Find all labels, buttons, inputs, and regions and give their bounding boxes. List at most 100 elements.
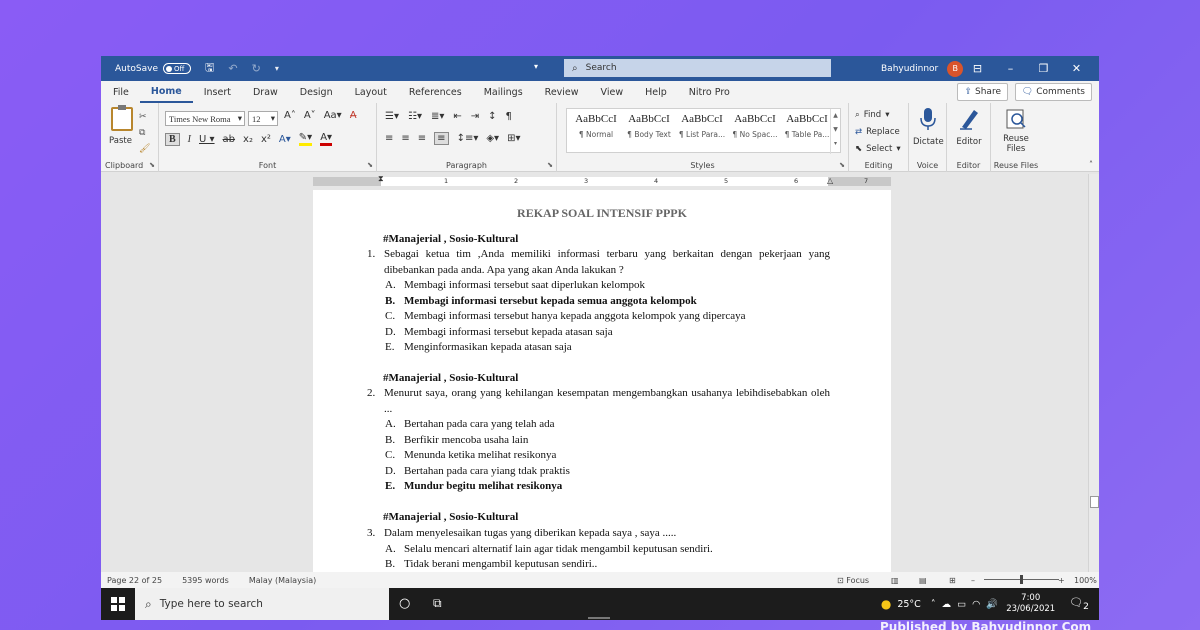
close-icon[interactable]: ✕ (1060, 62, 1093, 75)
save-icon[interactable]: 🖫 (205, 59, 214, 78)
replace-button[interactable]: ⇄ Replace (855, 127, 900, 137)
print-layout-icon[interactable]: ▤ (919, 576, 927, 585)
text-effects-icon[interactable]: A▾ (279, 134, 291, 145)
multilevel-list-icon[interactable]: ≣▾ (431, 111, 444, 122)
style-table-paragraph[interactable]: AaBbCcI ¶ Table Pa... (780, 113, 834, 139)
redo-icon[interactable]: ↻ (252, 62, 261, 75)
more-styles-icon[interactable]: ▾ (831, 137, 840, 151)
subscript-icon[interactable]: x₂ (243, 134, 253, 145)
dialog-launcher-icon[interactable]: ⬊ (547, 161, 553, 169)
paste-icon[interactable] (111, 105, 133, 131)
decrease-indent-icon[interactable]: ⇤ (453, 111, 461, 122)
dialog-launcher-icon[interactable]: ⬊ (367, 161, 373, 169)
zoom-slider[interactable] (984, 575, 1059, 584)
ribbon-display-icon[interactable]: ⊟ (961, 62, 994, 75)
cut-icon[interactable]: ✂ (139, 109, 150, 125)
font-size-select[interactable]: 12 ▾ (248, 111, 278, 126)
dialog-launcher-icon[interactable]: ⬊ (149, 161, 155, 169)
style-no-spacing[interactable]: AaBbCcI ¶ No Spac... (728, 113, 782, 139)
shading-icon[interactable]: ◈▾ (486, 133, 499, 144)
horizontal-ruler[interactable]: 1 2 3 4 5 6 7 ⧗ △ (313, 174, 891, 186)
line-spacing-icon[interactable]: ↕≡▾ (457, 133, 479, 144)
highlight-icon[interactable]: ✎▾ (298, 132, 313, 146)
paste-button[interactable]: Paste (109, 136, 132, 146)
autosave-toggle[interactable]: AutoSave Off (115, 63, 191, 74)
task-view-icon[interactable]: ⧉ (433, 596, 442, 611)
find-button[interactable]: ⌕ Find ▾ (855, 110, 889, 120)
clock[interactable]: 7:00 23/06/2021 (1006, 593, 1055, 615)
tab-file[interactable]: File (101, 81, 140, 103)
read-mode-icon[interactable]: ▥ (891, 576, 899, 585)
borders-icon[interactable]: ⊞▾ (507, 133, 520, 144)
reuse-files-button[interactable]: Reuse Files (999, 107, 1033, 154)
numbering-icon[interactable]: ☷▾ (408, 111, 422, 122)
focus-button[interactable]: ⊡ Focus (837, 576, 869, 585)
weather-icon[interactable]: ● (881, 597, 891, 611)
font-color-icon[interactable]: A▾ (320, 132, 333, 146)
chevron-down-icon[interactable]: ▼ (831, 123, 840, 137)
minimize-icon[interactable]: – (994, 62, 1027, 75)
tab-review[interactable]: Review (534, 81, 590, 103)
vertical-scrollbar[interactable] (1088, 174, 1099, 573)
superscript-icon[interactable]: x² (261, 134, 271, 145)
tab-insert[interactable]: Insert (193, 81, 242, 103)
align-right-icon[interactable]: ≡ (418, 133, 426, 144)
onedrive-icon[interactable]: ☁ (942, 599, 952, 610)
indent-marker-icon[interactable]: ⧗ (378, 174, 384, 184)
notifications-icon[interactable]: 🗨2 (1069, 596, 1089, 612)
zoom-in-icon[interactable]: + (1058, 576, 1065, 585)
web-layout-icon[interactable]: ⊞ (949, 576, 956, 585)
windows-start-icon[interactable] (111, 597, 125, 611)
tab-references[interactable]: References (398, 81, 473, 103)
change-case-icon[interactable]: Aa▾ (324, 110, 342, 121)
right-indent-marker-icon[interactable]: △ (827, 176, 833, 185)
comments-button[interactable]: 🗨 Comments (1014, 83, 1092, 101)
font-name-select[interactable]: Times New Roma ▾ (165, 111, 245, 126)
zoom-slider-knob[interactable] (1020, 575, 1023, 584)
dictate-button[interactable]: Dictate (913, 107, 944, 147)
tab-layout[interactable]: Layout (344, 81, 398, 103)
grow-font-icon[interactable]: A˄ (284, 110, 296, 121)
tab-help[interactable]: Help (634, 81, 678, 103)
show-formatting-icon[interactable]: ¶ (506, 111, 512, 122)
autosave-switch[interactable]: Off (163, 63, 191, 74)
shrink-font-icon[interactable]: A˅ (304, 110, 316, 121)
align-left-icon[interactable]: ≡ (385, 133, 393, 144)
document-menu-chevron-icon[interactable]: ▾ (534, 62, 538, 71)
scrollbar-thumb[interactable] (1090, 496, 1099, 508)
styles-scroll[interactable]: ▲ ▼ ▾ (830, 109, 840, 154)
tab-draw[interactable]: Draw (242, 81, 289, 103)
tab-mailings[interactable]: Mailings (473, 81, 534, 103)
cortana-icon[interactable]: ○ (399, 596, 410, 611)
word-count[interactable]: 5395 words (182, 576, 229, 585)
select-button[interactable]: ⬉ Select ▾ (855, 144, 901, 154)
align-center-icon[interactable]: ≡ (401, 133, 409, 144)
clear-formatting-icon[interactable]: A̶ (350, 110, 357, 121)
document-page[interactable]: REKAP SOAL INTENSIF PPPK #Manajerial , S… (313, 190, 891, 572)
format-painter-icon[interactable]: 🖌 (139, 141, 150, 157)
style-list-paragraph[interactable]: AaBbCcI ¶ List Para... (675, 113, 729, 139)
style-normal[interactable]: AaBbCcI ¶ Normal (569, 113, 623, 139)
zoom-out-icon[interactable]: – (971, 576, 975, 585)
underline-icon[interactable]: U ▾ (199, 134, 215, 145)
sort-icon[interactable]: ↕ (488, 111, 496, 122)
italic-icon[interactable]: I (188, 134, 191, 145)
editor-button[interactable]: Editor (953, 107, 985, 147)
temperature[interactable]: 25°C (897, 599, 920, 610)
show-hidden-icons-icon[interactable]: ˄ (931, 599, 936, 610)
collapse-ribbon-icon[interactable]: ˄ (1089, 160, 1093, 169)
user-account[interactable]: Bahyudinnor B (881, 56, 964, 81)
style-body-text[interactable]: AaBbCcI ¶ Body Text (622, 113, 676, 139)
page-count[interactable]: Page 22 of 25 (107, 576, 162, 585)
undo-icon[interactable]: ↶ (228, 62, 237, 75)
chevron-up-icon[interactable]: ▲ (831, 109, 840, 123)
wifi-icon[interactable]: ◠ (972, 599, 980, 610)
maximize-icon[interactable]: ❐ (1027, 62, 1060, 75)
bold-icon[interactable]: B (165, 132, 180, 146)
copy-icon[interactable]: ⧉ (139, 125, 150, 141)
tab-nitro-pro[interactable]: Nitro Pro (678, 81, 741, 103)
battery-icon[interactable]: ▭ (957, 599, 966, 610)
language-indicator[interactable]: Malay (Malaysia) (249, 576, 316, 585)
share-button[interactable]: ⇪ Share (957, 83, 1008, 101)
volume-icon[interactable]: 🔊 (986, 599, 998, 610)
